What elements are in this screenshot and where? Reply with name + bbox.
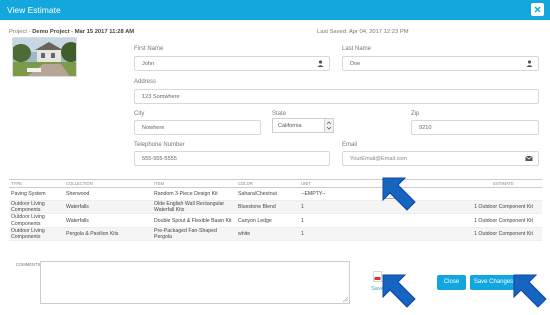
column-header: COLLECTION <box>64 179 152 188</box>
city-field[interactable]: Nowhere <box>134 120 261 135</box>
cell-item: Random 3-Piece Design Kit <box>152 187 236 201</box>
project-info: Project - Demo Project - Mar 15 2017 11:… <box>9 29 134 35</box>
comments-textarea[interactable] <box>40 261 350 304</box>
cell-color: Canyon Ledge <box>236 213 299 228</box>
project-name: Demo Project - Mar 15 2017 11:28 AM <box>32 29 135 35</box>
table-row: Outdoor Living Components Waterfalls Dou… <box>9 213 542 228</box>
first-name-label: First Name <box>134 46 164 52</box>
resize-grip-icon[interactable] <box>343 297 348 302</box>
column-header: UNIT <box>299 179 381 188</box>
city-label: City <box>134 111 145 117</box>
city-value: Nowhere <box>142 125 165 131</box>
first-name-field[interactable]: John <box>134 56 330 71</box>
address-field[interactable]: 123 Somwhere <box>134 89 539 104</box>
table-row: Outdoor Living Components Pergola & Pavi… <box>9 227 542 242</box>
cell-type: Outdoor Living Components <box>9 200 64 215</box>
cell-type: Paving System <box>9 187 64 201</box>
cell-item: Pre-Packaged Fan-Shaped Pergola <box>152 227 236 242</box>
cell-area <box>381 213 465 228</box>
cell-item: Double Spout & Flexible Basin Kit <box>152 213 236 228</box>
project-label: Project - <box>9 29 33 35</box>
close-button[interactable]: Close <box>437 275 466 290</box>
zip-label: Zip <box>411 111 420 117</box>
address-label: Address <box>134 79 157 85</box>
cell-estimate: 1 Outdoor Component Kit <box>465 227 542 242</box>
cell-collection: Waterfalls <box>64 200 152 215</box>
close-icon <box>534 6 541 13</box>
cell-color: white <box>236 227 299 242</box>
last-name-label: Last Name <box>342 46 372 52</box>
phone-field[interactable]: 555-555-5555 <box>134 151 330 166</box>
table-row: Outdoor Living Components Waterfalls Old… <box>9 200 542 215</box>
window-titlebar: View Estimate <box>0 0 550 20</box>
state-value: California <box>278 123 302 129</box>
phone-value: 555-555-5555 <box>142 156 177 162</box>
last-name-field[interactable]: Doe <box>342 56 539 71</box>
phone-label: Telephone Number <box>134 142 185 148</box>
cell-type: Outdoor Living Components <box>9 227 64 242</box>
first-name-value: John <box>142 61 155 67</box>
cell-estimate <box>465 187 542 201</box>
column-header: COLOR <box>236 179 299 188</box>
cell-type: Outdoor Living Components <box>9 213 64 228</box>
address-value: 123 Somwhere <box>142 94 180 100</box>
person-icon <box>317 60 324 67</box>
column-header: ESTIMATE <box>465 179 542 188</box>
person-icon <box>526 60 533 67</box>
column-header: TYPE <box>9 179 64 188</box>
table-header: TYPE COLLECTION ITEM COLOR UNIT AREA EST… <box>9 179 542 188</box>
pointer-arrow-icon <box>382 274 416 308</box>
estimate-table: TYPE COLLECTION ITEM COLOR UNIT AREA EST… <box>9 179 542 242</box>
cell-color: Bluestone Blend <box>236 200 299 215</box>
select-arrows-icon <box>324 119 333 132</box>
cell-area <box>381 227 465 242</box>
cell-color: Sahara/Chestnut <box>236 187 299 201</box>
cell-unit: 1 <box>299 213 381 228</box>
state-select[interactable]: California <box>272 118 334 133</box>
cell-estimate: 1 Outdoor Component Kit <box>465 200 542 215</box>
state-label: State <box>272 111 287 117</box>
cell-unit: 1 <box>299 227 381 242</box>
pointer-arrow-icon <box>513 274 547 308</box>
envelope-icon <box>525 155 533 161</box>
cell-collection: Sherwood <box>64 187 152 201</box>
zip-field[interactable]: 9210 <box>411 120 539 135</box>
close-window-button[interactable] <box>531 3 544 16</box>
save-changes-button[interactable]: Save Changes <box>470 275 517 290</box>
zip-value: 9210 <box>419 125 432 131</box>
column-header: ITEM <box>152 179 236 188</box>
pointer-arrow-icon <box>382 177 416 211</box>
cell-item: Olde English Wall Rectangular Waterfall … <box>152 200 236 215</box>
email-field[interactable]: YourEmail@Email.com <box>342 151 539 166</box>
cell-collection: Pergola & Pavilion Kits <box>64 227 152 242</box>
last-saved: Last Saved: Apr 04, 2017 12:23 PM <box>317 29 409 35</box>
table-row: Paving System Sherwood Random 3-Piece De… <box>9 187 542 201</box>
email-placeholder: YourEmail@Email.com <box>350 156 408 162</box>
cell-unit: --EMPTY-- <box>299 187 381 201</box>
window-title: View Estimate <box>7 5 61 15</box>
comments-label: COMMENTS <box>16 262 41 267</box>
cell-unit: 1 <box>299 200 381 215</box>
project-thumbnail <box>12 37 77 77</box>
last-name-value: Doe <box>350 61 361 67</box>
email-label: Email <box>342 142 358 148</box>
cell-estimate: 1 Outdoor Component Kit <box>465 213 542 228</box>
cell-collection: Waterfalls <box>64 213 152 228</box>
